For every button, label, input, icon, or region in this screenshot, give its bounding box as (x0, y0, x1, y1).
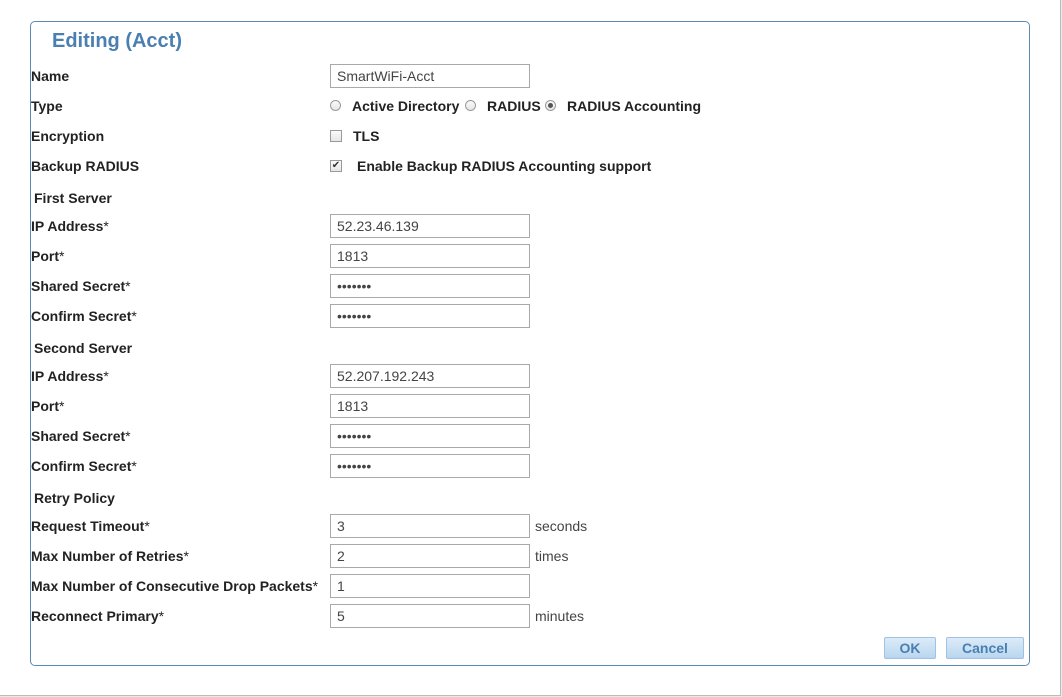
retries-input[interactable] (330, 544, 530, 568)
type-option-radius[interactable]: RADIUS (487, 98, 541, 114)
reconnect-input[interactable] (330, 604, 530, 628)
ok-button[interactable]: OK (884, 637, 936, 659)
second-server-heading: Second Server (34, 340, 133, 356)
backup-radius-row: Backup RADIUS ✔ Enable Backup RADIUS Acc… (31, 154, 751, 180)
name-label: Name (31, 68, 70, 84)
second-ip-row: IP Address* (31, 364, 751, 390)
first-secret-row: Shared Secret* (31, 274, 751, 300)
second-confirm-label: Confirm Secret (31, 458, 132, 474)
second-port-input[interactable] (330, 394, 530, 418)
retries-label: Max Number of Retries (31, 548, 184, 564)
first-port-row: Port* (31, 244, 751, 270)
edit-dialog: Editing (Acct) Name Type Active Director… (30, 21, 1030, 666)
first-server-heading: First Server (34, 190, 112, 206)
second-confirm-row: Confirm Secret* (31, 454, 751, 480)
first-port-input[interactable] (330, 244, 530, 268)
page-background: Editing (Acct) Name Type Active Director… (0, 0, 1061, 696)
drop-packets-input[interactable] (330, 574, 530, 598)
name-row: Name (31, 64, 751, 90)
reconnect-label: Reconnect Primary (31, 608, 159, 624)
backup-radius-option-label[interactable]: Enable Backup RADIUS Accounting support (357, 158, 651, 174)
first-port-label: Port (31, 248, 59, 264)
second-port-label: Port (31, 398, 59, 414)
type-radio-active-directory[interactable] (330, 100, 341, 111)
first-ip-input[interactable] (330, 214, 530, 238)
first-ip-label: IP Address (31, 218, 104, 234)
second-confirm-input[interactable] (330, 454, 530, 478)
timeout-row: Request Timeout* seconds (31, 514, 751, 540)
cancel-button[interactable]: Cancel (946, 637, 1024, 659)
retry-policy-heading: Retry Policy (34, 490, 115, 506)
first-secret-input[interactable] (330, 274, 530, 298)
second-secret-input[interactable] (330, 424, 530, 448)
timeout-input[interactable] (330, 514, 530, 538)
retries-row: Max Number of Retries* times (31, 544, 751, 570)
type-label: Type (31, 98, 63, 114)
dialog-title: Editing (Acct) (52, 30, 182, 52)
first-secret-label: Shared Secret (31, 278, 126, 294)
retries-unit: times (535, 548, 569, 564)
tls-option-label[interactable]: TLS (353, 128, 379, 144)
second-ip-label: IP Address (31, 368, 104, 384)
reconnect-row: Reconnect Primary* minutes (31, 604, 751, 630)
first-confirm-input[interactable] (330, 304, 530, 328)
backup-radius-checkbox[interactable]: ✔ (330, 160, 342, 172)
reconnect-unit: minutes (535, 608, 585, 624)
first-confirm-row: Confirm Secret* (31, 304, 751, 330)
type-row: Type Active Directory RADIUS RADIUS Acco… (31, 94, 751, 120)
type-option-radius-accounting[interactable]: RADIUS Accounting (567, 98, 701, 114)
second-ip-input[interactable] (330, 364, 530, 388)
type-radio-radius[interactable] (465, 100, 476, 111)
timeout-label: Request Timeout (31, 518, 145, 534)
second-secret-row: Shared Secret* (31, 424, 751, 450)
timeout-unit: seconds (535, 518, 588, 534)
name-input[interactable] (330, 64, 530, 88)
backup-radius-label: Backup RADIUS (31, 158, 140, 174)
first-confirm-label: Confirm Secret (31, 308, 132, 324)
second-port-row: Port* (31, 394, 751, 420)
encryption-label: Encryption (31, 128, 105, 144)
first-ip-row: IP Address* (31, 214, 751, 240)
drop-packets-row: Max Number of Consecutive Drop Packets* (31, 574, 751, 600)
encryption-row: Encryption TLS (31, 124, 751, 150)
second-secret-label: Shared Secret (31, 428, 126, 444)
drop-packets-label: Max Number of Consecutive Drop Packets (31, 578, 313, 594)
type-radio-radius-accounting[interactable] (545, 100, 556, 111)
type-option-active-directory[interactable]: Active Directory (352, 98, 459, 114)
tls-checkbox[interactable] (330, 130, 342, 142)
checkmark-icon: ✔ (331, 160, 341, 171)
